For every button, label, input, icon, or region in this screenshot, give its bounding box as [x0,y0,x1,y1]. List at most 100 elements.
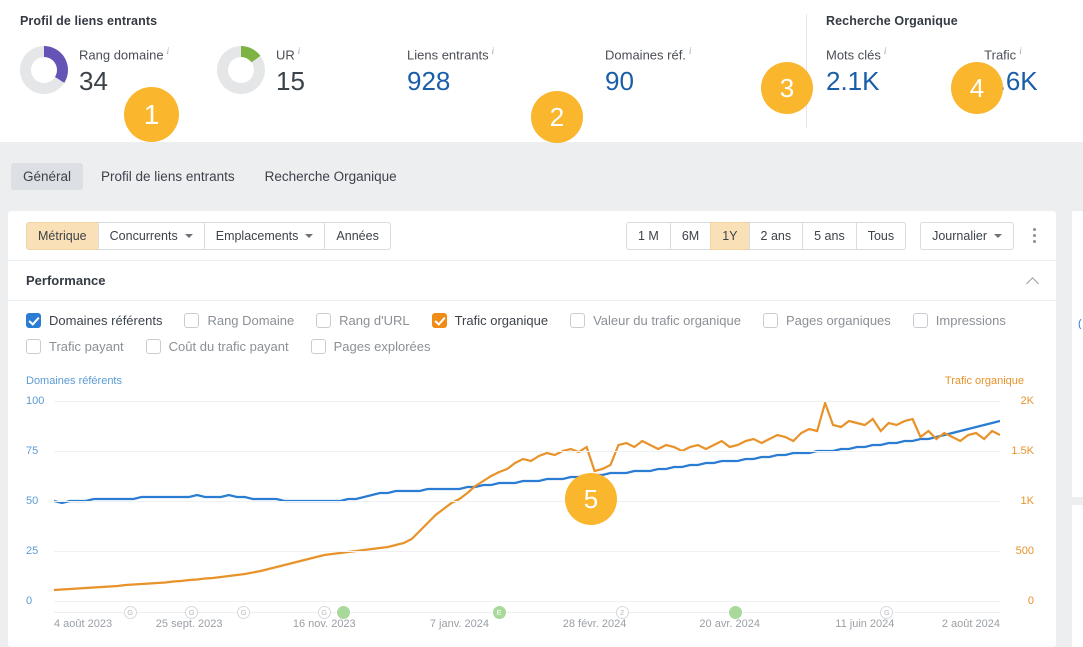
chevron-down-icon [994,234,1002,238]
y-tick-left: 100 [26,395,44,407]
checkbox-rang-url[interactable]: Rang d'URL [316,313,409,328]
organic-search-title: Recherche Organique [806,14,1083,28]
range-all[interactable]: Tous [856,222,906,250]
y-tick-right: 2K [1021,395,1034,407]
chart-toolbar-right: 1 M 6M 1Y 2 ans 5 ans Tous Journalier [626,222,1046,250]
x-tick-label: 7 janv. 2024 [430,618,489,630]
ur-label: URi [276,44,305,62]
checkbox-label: Impressions [936,313,1006,328]
checkbox-box [316,313,331,328]
event-marker[interactable]: E [493,606,506,619]
domain-rank-label: Rang domainei [79,44,169,62]
gridline [54,501,1000,502]
checkbox-rang-domaine[interactable]: Rang Domaine [184,313,294,328]
x-tick-label: 16 nov. 2023 [293,618,356,630]
x-tick-label: 25 sept. 2023 [156,618,223,630]
checkbox-pages-explorees[interactable]: Pages explorées [311,339,431,354]
checkbox-trafic-organique[interactable]: Trafic organique [432,313,548,328]
btn-concurrents[interactable]: Concurrents [98,222,205,250]
callout-badge-4: 4 [951,62,1003,114]
info-icon[interactable]: i [167,46,170,56]
granularity-dropdown[interactable]: Journalier [920,222,1014,250]
chart-legend-left[interactable]: Domaines référents [26,375,122,387]
event-marker[interactable]: 2 [616,606,629,619]
checkbox-label: Coût du trafic payant [169,339,289,354]
checkbox-valeur-trafic-organique[interactable]: Valeur du trafic organique [570,313,741,328]
btn-emplacements[interactable]: Emplacements [204,222,326,250]
callout-badge-5: 5 [565,473,617,525]
offscreen-edge-artifact: ( [1078,318,1083,329]
checkbox-domaines-referents[interactable]: Domaines référents [26,313,162,328]
event-marker[interactable]: G [124,606,137,619]
backlink-profile-group: Profil de liens entrants Rang domainei 3… [0,0,806,142]
traffic-label: Trafici [984,44,1038,62]
info-icon[interactable]: i [1019,46,1022,56]
domain-rank-donut [20,46,68,94]
x-tick-label: 4 août 2023 [54,618,112,630]
btn-metrique[interactable]: Métrique [26,222,99,250]
metric-checkbox-area: Domaines référents Rang Domaine Rang d'U… [8,301,1056,369]
y-tick-right: 1K [1021,495,1034,507]
x-tick-label: 20 avr. 2024 [699,618,760,630]
range-6m[interactable]: 6M [670,222,711,250]
keywords-value[interactable]: 2.1K [826,66,886,96]
callout-badge-2: 2 [531,91,583,143]
event-marker[interactable]: G [318,606,331,619]
info-icon[interactable]: i [492,46,495,56]
referring-domains-value[interactable]: 90 [605,66,691,96]
event-marker[interactable]: G [237,606,250,619]
x-tick-label: 28 févr. 2024 [563,618,627,630]
performance-title: Performance [26,273,105,288]
tab-organic-search[interactable]: Recherche Organique [253,163,409,190]
checkbox-cout-trafic-payant[interactable]: Coût du trafic payant [146,339,289,354]
checkbox-label: Rang d'URL [339,313,409,328]
checkbox-pages-organiques[interactable]: Pages organiques [763,313,891,328]
series-line-organic-traffic [54,403,1000,590]
chevron-up-icon[interactable] [1026,274,1040,288]
gridline [54,551,1000,552]
checkbox-label: Trafic organique [455,313,548,328]
checkbox-box [913,313,928,328]
checkbox-label: Pages explorées [334,339,431,354]
metric-checkbox-row-1: Domaines référents Rang Domaine Rang d'U… [26,313,1038,328]
y-tick-left: 50 [26,495,38,507]
checkbox-label: Valeur du trafic organique [593,313,741,328]
checkbox-box [311,339,326,354]
backlinks-label: Liens entrantsi [407,44,494,62]
organic-search-group: Recherche Organique Mots clési 2.1K Top … [806,0,1083,142]
range-5y[interactable]: 5 ans [802,222,857,250]
range-1m[interactable]: 1 M [626,222,671,250]
chevron-down-icon [305,234,313,238]
performance-header: Performance [8,261,1056,301]
tab-general[interactable]: Général [11,163,83,190]
tab-backlink-profile[interactable]: Profil de liens entrants [89,163,247,190]
checkbox-label: Pages organiques [786,313,891,328]
metric-referring-domains: Domaines réf.i 90 Tout le temps292 [605,44,785,96]
x-tick-label: 11 juin 2024 [835,618,894,630]
chart-toolbar: Métrique Concurrents Emplacements Années… [8,211,1056,261]
range-1y[interactable]: 1Y [710,222,749,250]
metric-domain-rank: Rang domainei 34 AR3,058,467 [20,44,217,96]
btn-annees[interactable]: Années [324,222,390,250]
y-tick-left: 75 [26,445,38,457]
event-marker[interactable] [337,606,350,619]
y-tick-left: 0 [26,595,32,607]
x-tick-label: 2 août 2024 [942,618,1000,630]
metric-filter-group: Métrique Concurrents Emplacements Années [26,222,391,250]
performance-panel: Métrique Concurrents Emplacements Années… [8,211,1056,647]
backlinks-value[interactable]: 928 [407,66,494,96]
chart-plot-area [54,401,1000,601]
checkbox-impressions[interactable]: Impressions [913,313,1006,328]
checkbox-trafic-payant[interactable]: Trafic payant [26,339,124,354]
checkbox-label: Rang Domaine [207,313,294,328]
info-icon[interactable]: i [298,46,301,56]
info-icon[interactable]: i [689,46,692,56]
y-tick-right: 500 [1016,545,1034,557]
backlink-profile-title: Profil de liens entrants [0,14,806,28]
time-range-group: 1 M 6M 1Y 2 ans 5 ans Tous [626,222,906,250]
range-2y[interactable]: 2 ans [749,222,804,250]
chart-legend-right[interactable]: Trafic organique [945,375,1024,387]
y-tick-left: 25 [26,545,38,557]
info-icon[interactable]: i [884,46,887,56]
more-options-icon[interactable] [1022,222,1046,250]
